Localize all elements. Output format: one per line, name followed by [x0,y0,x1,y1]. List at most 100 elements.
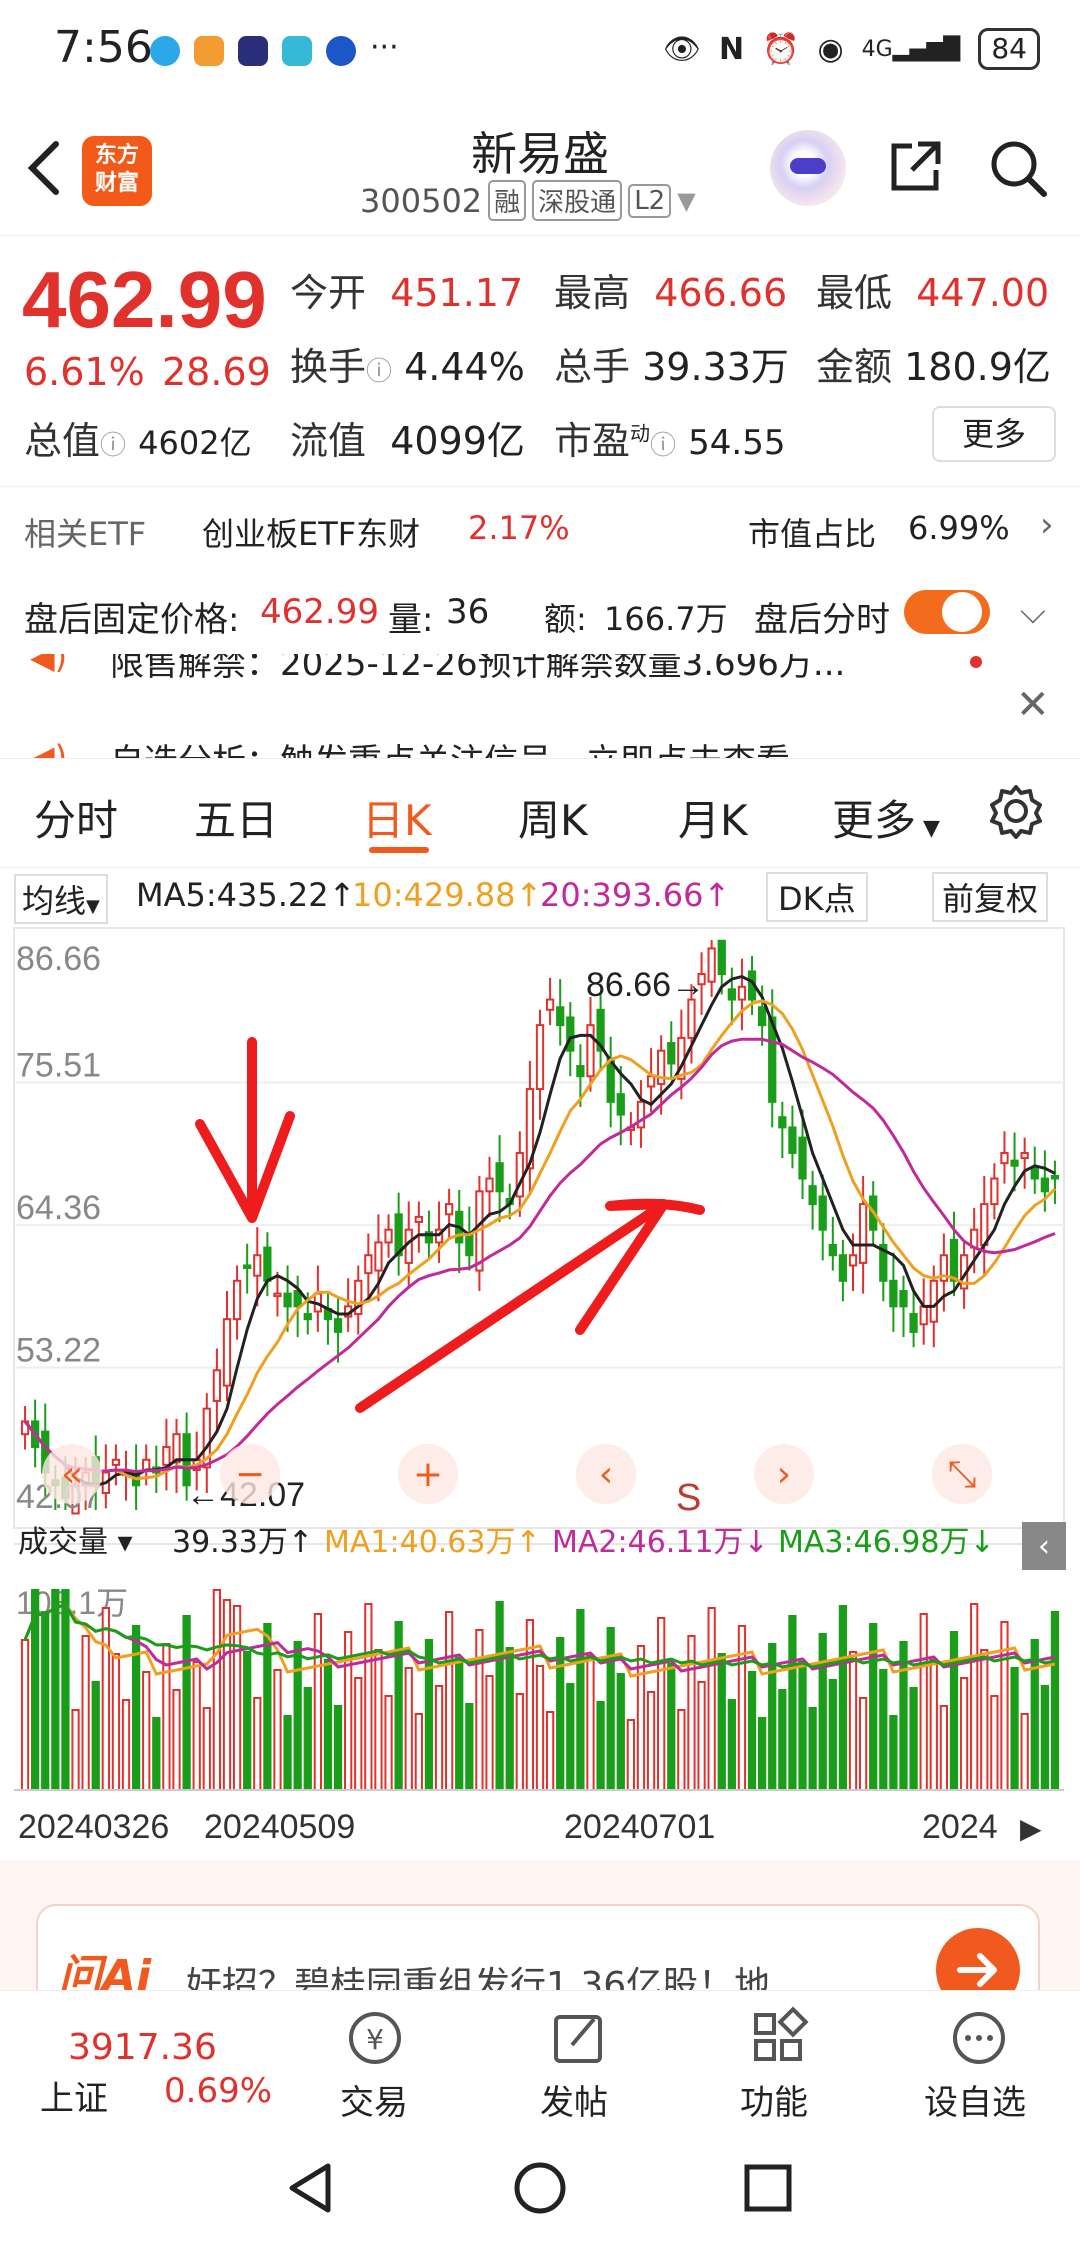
candle-body [1040,1177,1049,1193]
nav-home-icon[interactable] [512,2160,568,2220]
volume-bar [606,1627,615,1791]
volume-bar [970,1603,979,1791]
high-stat: 最高 466.66 [554,271,788,315]
volume-bar [101,1607,110,1791]
speaker-icon: ◀) [30,738,68,758]
more-stats-button[interactable]: 更多 [932,406,1056,462]
volume-bar [61,1589,70,1791]
volume-bar [778,1689,787,1791]
pan-left-icon: « [42,1444,102,1504]
tab-weekly-k[interactable]: 周K [518,787,588,848]
nav-recents-icon[interactable] [740,2160,796,2220]
chevron-left-icon: ‹ [1038,1529,1050,1564]
volume-bar [858,1697,868,1791]
volume-bar [495,1601,504,1791]
info-icon: ⓘ [366,357,393,387]
index-pct: 0.69% [164,2071,273,2111]
signal-icon: 4G▂▄▆█ [861,36,961,62]
tab-monthly-k[interactable]: 月K [678,787,748,848]
hotspot-icon: ◉ [817,31,844,67]
prev-icon: ‹ [576,1444,636,1504]
volume-bar [758,1717,767,1791]
candle-body [556,1006,565,1027]
volume-bar [455,1657,464,1791]
l2-tag: L2 [628,183,672,218]
tab-function[interactable]: 功能 [740,2075,808,2124]
market-cap-stat: 总值ⓘ 4602亿 [24,419,252,463]
volume-bar [283,1715,292,1791]
dk-point-button[interactable]: DK点 [766,872,868,922]
max-price-label: 86.66→ [586,966,705,1004]
etf-label: 相关ETF [24,515,147,553]
chevron-down-icon[interactable]: ⌵ [1020,592,1046,632]
candle-body [616,1093,625,1116]
tab-post[interactable]: 发帖 [540,2075,608,2124]
volume-bar [404,1667,413,1791]
volume-bar [41,1611,50,1791]
volume-bar [818,1633,827,1791]
volume-bar [697,1681,706,1791]
candle-body [788,1126,797,1154]
stock-code-row[interactable]: 300502 融 深股通 L2 ▼ [360,180,696,221]
tab-more[interactable]: 更多 ▼ [832,787,940,848]
tab-five-day[interactable]: 五日 [194,787,278,848]
kline-svg: 86.6675.5164.3653.2242.0786.66→←42.07S成交… [13,927,1066,1846]
tab-intraday[interactable]: 分时 [34,787,118,848]
search-icon[interactable] [988,138,1048,198]
related-etf-row[interactable]: 相关ETF 创业板ETF东财 2.17% 市值占比 6.99% › [0,486,1080,570]
volume-bar [192,1661,201,1791]
ma-selector[interactable]: 均线▼ [14,874,108,924]
x-tick-label: 2024 [922,1808,998,1846]
y-tick-label: 86.66 [16,940,101,978]
volume-bar [20,1639,30,1791]
tab-daily-k[interactable]: 日K [362,787,432,848]
post-icon [546,2005,612,2075]
candle-body [162,1445,171,1466]
x-tick-label: 20240701 [564,1808,715,1846]
volume-bar [263,1623,272,1791]
connect-tag: 深股通 [532,180,623,221]
tab-trade[interactable]: 交易 [340,2075,408,2124]
signal-label: S [676,1477,701,1519]
candle-body [1000,1151,1009,1165]
volume-bar [727,1699,736,1791]
x-tick-label: 20240509 [204,1808,355,1846]
turnover-stat: 换手ⓘ 4.44% [290,345,525,389]
volume-bar [737,1625,747,1791]
nav-back-icon[interactable] [282,2160,338,2220]
index-value[interactable]: 3917.36 [68,2027,217,2068]
volume-bar [525,1619,535,1791]
volume-bar [667,1663,676,1791]
candle-body [949,1238,959,1282]
adjust-button[interactable]: 前复权 [932,872,1049,922]
next-icon: › [754,1444,814,1504]
app-notification-icon [194,36,224,66]
volume-bar [535,1665,545,1791]
notice-ticker[interactable]: ◀) 限售解禁：2025-12-26预计解禁数量3.696万... ✕ ◀) 自… [0,654,1080,758]
volume-bar [111,1653,121,1791]
volume-bar [475,1629,484,1791]
volume-bar [444,1611,454,1791]
candle-body [778,1116,787,1129]
candle-body [717,939,726,976]
volume-selector: 成交量 ▾ [18,1525,133,1560]
volume-bar [222,1599,232,1791]
ai-ad-banner[interactable]: 问Ai 奸招？碧桂园重组发行1.36亿股！地 [0,1860,1080,2014]
prev-icon-glyph: ‹ [599,1454,613,1495]
volume-bar [172,1689,181,1791]
settings-gear-icon[interactable] [988,783,1044,849]
kline-chart[interactable]: 86.6675.5164.3653.2242.0786.66→←42.07S成交… [0,920,1080,1920]
ma5-value: MA5:435.22↑ [136,876,356,914]
stock-header: 东方 财富 新易盛 300502 融 深股通 L2 ▼ [0,100,1080,236]
vol-ma3: MA3:46.98万↓ [778,1525,995,1560]
tab-add-watchlist[interactable]: 设自选 [924,2075,1026,2124]
ma20-value: 20:393.66↑ [540,876,731,914]
volume-bar [657,1617,666,1791]
share-icon[interactable] [888,138,944,194]
zoom-out-icon: − [220,1444,280,1504]
volume-bar [394,1621,403,1791]
add-watchlist-icon [946,2005,1012,2075]
close-icon[interactable]: ✕ [1016,682,1050,728]
red-arrow-down [195,1037,295,1223]
chevron-right-icon: › [1040,505,1054,545]
